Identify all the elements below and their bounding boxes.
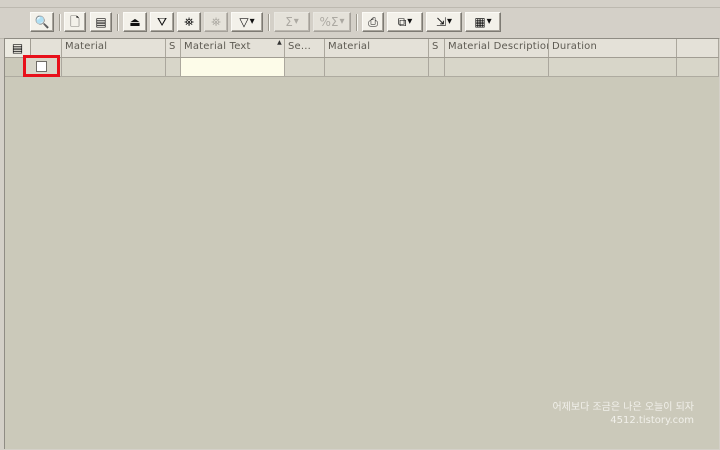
dropdown-indicator-icon: ▾ <box>447 16 453 27</box>
alv-grid: ▤ Material S Material Text Se... Materia… <box>4 38 719 449</box>
filter-icon: ▽ <box>239 15 249 29</box>
views-icon: ⧉ <box>397 15 407 29</box>
row-checkbox[interactable] <box>36 60 47 72</box>
find-button[interactable]: ⛯ <box>177 12 201 32</box>
table-cell-s-2[interactable] <box>429 58 445 76</box>
window-top-band <box>0 0 720 8</box>
table-cell-duration[interactable] <box>549 58 677 76</box>
total-button[interactable]: Σ ▾ <box>274 12 310 32</box>
sort-descending-button[interactable]: ⛛ <box>150 12 174 32</box>
sort-descending-icon: ⛛ <box>156 15 168 29</box>
column-header-se[interactable]: Se... <box>285 39 325 57</box>
alv-toolbar: 🔍 🗋 ▤ ⏏ ⛛ ⛯ ⛯ ▽ ▾ Σ ▾ %Σ ▾ ⎙ ⧉ ▾ ⇲ ▾ ▦ ▾ <box>0 8 720 39</box>
column-header-s[interactable]: S <box>166 39 181 57</box>
change-document-icon: ▤ <box>95 15 107 29</box>
column-header-duration[interactable]: Duration <box>549 39 677 57</box>
find-next-icon: ⛯ <box>211 15 221 29</box>
dropdown-indicator-icon: ▾ <box>249 16 255 27</box>
toolbar-separator <box>117 14 119 31</box>
column-header-material-2[interactable]: Material <box>325 39 429 57</box>
sort-ascending-button[interactable]: ⏏ <box>123 12 147 32</box>
table-cell-s[interactable] <box>166 58 181 76</box>
total-sum-icon: Σ <box>285 15 293 29</box>
subtotal-button[interactable]: %Σ ▾ <box>313 12 351 32</box>
export-icon: ⇲ <box>435 15 447 29</box>
table-cell-material-description[interactable] <box>445 58 549 76</box>
column-header-material-text[interactable]: Material Text <box>181 39 285 57</box>
watermark-line-1: 어제보다 조금은 나은 오늘이 되자 <box>552 402 694 413</box>
details-button[interactable]: 🔍 <box>30 12 54 32</box>
toolbar-separator <box>356 14 358 31</box>
table-row[interactable] <box>5 58 719 77</box>
sort-ascending-icon: ⏏ <box>129 15 141 29</box>
details-magnifier-icon: 🔍 <box>34 15 50 29</box>
dropdown-indicator-icon: ▾ <box>293 16 299 27</box>
change-button[interactable]: ▤ <box>90 12 112 32</box>
print-preview-icon: ⎙ <box>368 15 378 29</box>
table-header-row: ▤ Material S Material Text Se... Materia… <box>5 39 719 58</box>
watermark: 어제보다 조금은 나은 오늘이 되자 4512.tistory.com <box>552 401 694 427</box>
create-button[interactable]: 🗋 <box>64 12 86 32</box>
highlighted-checkbox-frame <box>23 55 60 77</box>
views-button[interactable]: ⧉ ▾ <box>387 12 423 32</box>
subtotal-icon: %Σ <box>319 15 339 29</box>
choose-layout-button[interactable]: ▦ ▾ <box>465 12 501 32</box>
dropdown-indicator-icon: ▾ <box>486 16 492 27</box>
table-cell-material-2[interactable] <box>325 58 429 76</box>
column-header-material[interactable]: Material <box>62 39 166 57</box>
column-header-s-2[interactable]: S <box>429 39 445 57</box>
print-preview-button[interactable]: ⎙ <box>362 12 384 32</box>
column-header-material-description[interactable]: Material Description <box>445 39 549 57</box>
filter-button[interactable]: ▽ ▾ <box>231 12 263 32</box>
toolbar-separator <box>59 14 61 31</box>
find-binoculars-icon: ⛯ <box>184 15 194 29</box>
export-button[interactable]: ⇲ ▾ <box>426 12 462 32</box>
dropdown-indicator-icon: ▾ <box>339 16 345 27</box>
watermark-line-2: 4512.tistory.com <box>610 415 694 426</box>
table-cell-se[interactable] <box>285 58 325 76</box>
layout-document-icon: ▤ <box>11 41 24 55</box>
table-cell-material-text[interactable] <box>181 58 285 76</box>
toolbar-separator <box>268 14 270 31</box>
create-document-icon: 🗋 <box>70 15 80 29</box>
table-cell-material[interactable] <box>62 58 166 76</box>
choose-layout-icon: ▦ <box>474 15 486 29</box>
dropdown-indicator-icon: ▾ <box>407 16 413 27</box>
find-next-button[interactable]: ⛯ <box>204 12 228 32</box>
column-header-empty[interactable] <box>677 39 719 57</box>
table-cell-empty[interactable] <box>677 58 719 76</box>
